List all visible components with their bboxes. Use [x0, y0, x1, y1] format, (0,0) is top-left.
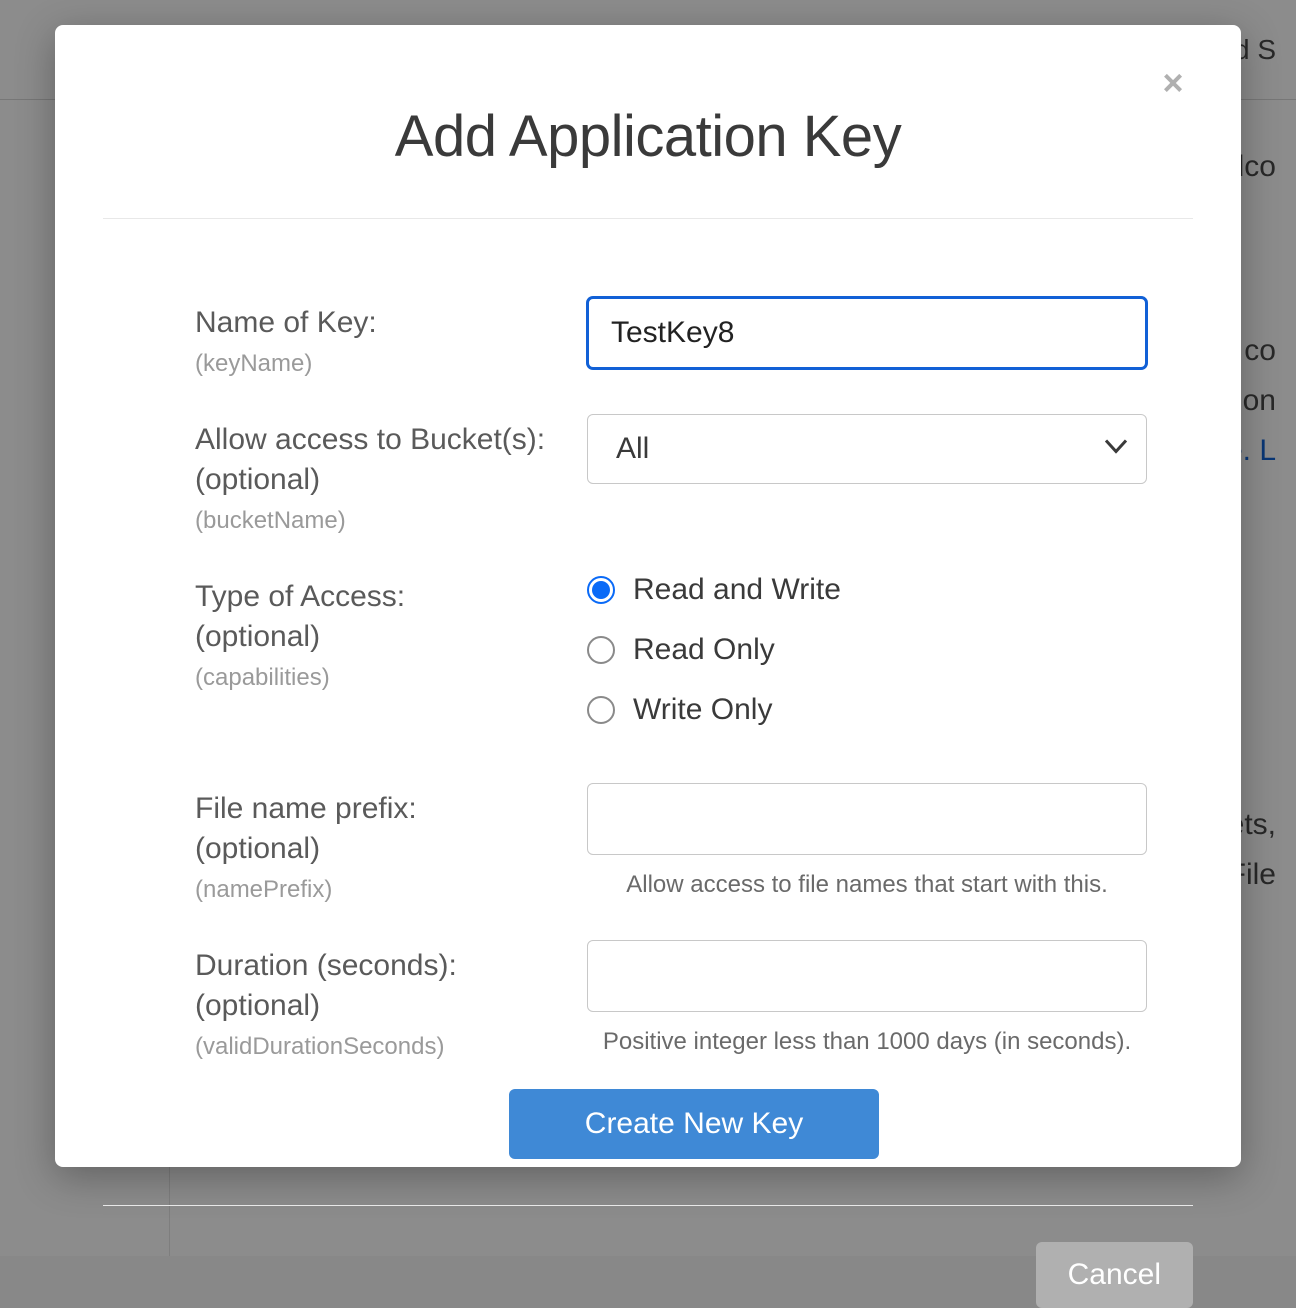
access-label: Type of Access: [195, 577, 587, 618]
input-col: All [587, 414, 1147, 484]
add-application-key-modal: × Add Application Key Name of Key: (keyN… [55, 25, 1241, 1167]
close-icon: × [1162, 62, 1183, 103]
field-row-access: Type of Access: (optional) (capabilities… [195, 571, 1193, 727]
label-col: Duration (seconds): (optional) (validDur… [195, 940, 587, 1061]
field-row-bucket: Allow access to Bucket(s): (optional) (b… [195, 414, 1193, 535]
key-name-input[interactable] [587, 297, 1147, 369]
cancel-button[interactable]: Cancel [1036, 1242, 1193, 1308]
field-row-duration: Duration (seconds): (optional) (validDur… [195, 940, 1193, 1061]
radio-label: Read and Write [633, 573, 841, 607]
label-col: Name of Key: (keyName) [195, 297, 587, 378]
field-row-prefix: File name prefix: (optional) (namePrefix… [195, 783, 1193, 904]
access-sublabel: (optional) [195, 617, 587, 658]
label-col: Allow access to Bucket(s): (optional) (b… [195, 414, 587, 535]
input-col [587, 297, 1147, 369]
prefix-hint: (namePrefix) [195, 876, 587, 904]
bucket-select-wrap: All [587, 414, 1147, 484]
duration-hint: (validDurationSeconds) [195, 1033, 587, 1061]
bucket-label: Allow access to Bucket(s): [195, 420, 587, 461]
duration-sublabel: (optional) [195, 986, 587, 1027]
modal-title: Add Application Key [55, 103, 1241, 170]
radio-label: Write Only [633, 693, 772, 727]
duration-help: Positive integer less than 1000 days (in… [587, 1028, 1147, 1056]
prefix-help: Allow access to file names that start wi… [587, 871, 1147, 899]
field-row-name: Name of Key: (keyName) [195, 297, 1193, 378]
bucket-select[interactable]: All [587, 414, 1147, 484]
prefix-label: File name prefix: [195, 789, 587, 830]
close-button[interactable]: × [1153, 65, 1193, 105]
radio-read-only[interactable]: Read Only [587, 633, 1147, 667]
modal-footer: Cancel [55, 1206, 1241, 1308]
submit-row: Create New Key [195, 1089, 1193, 1159]
label-col: File name prefix: (optional) (namePrefix… [195, 783, 587, 904]
input-col: Allow access to file names that start wi… [587, 783, 1147, 899]
name-label: Name of Key: [195, 303, 587, 344]
input-col: Positive integer less than 1000 days (in… [587, 940, 1147, 1056]
input-col: Read and Write Read Only Write Only [587, 571, 1147, 727]
duration-label: Duration (seconds): [195, 946, 587, 987]
radio-read-write[interactable]: Read and Write [587, 573, 1147, 607]
radio-label: Read Only [633, 633, 775, 667]
access-hint: (capabilities) [195, 664, 587, 692]
prefix-sublabel: (optional) [195, 829, 587, 870]
radio-icon [587, 576, 615, 604]
prefix-input[interactable] [587, 783, 1147, 855]
radio-icon [587, 636, 615, 664]
duration-input[interactable] [587, 940, 1147, 1012]
label-col: Type of Access: (optional) (capabilities… [195, 571, 587, 692]
create-new-key-button[interactable]: Create New Key [509, 1089, 879, 1159]
radio-icon [587, 696, 615, 724]
bucket-hint: (bucketName) [195, 507, 587, 535]
access-radio-group: Read and Write Read Only Write Only [587, 571, 1147, 727]
radio-write-only[interactable]: Write Only [587, 693, 1147, 727]
name-hint: (keyName) [195, 350, 587, 378]
bucket-sublabel: (optional) [195, 460, 587, 501]
application-key-form: Name of Key: (keyName) Allow access to B… [55, 219, 1241, 1159]
